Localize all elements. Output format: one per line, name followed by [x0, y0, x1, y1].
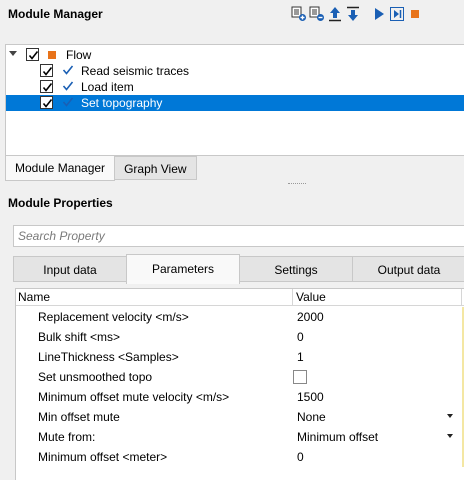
tab-output-data[interactable]: Output data — [352, 256, 464, 282]
check-icon — [62, 64, 74, 79]
module-manager-header: Module Manager — [0, 0, 464, 28]
properties-tabs: Input data Parameters Settings Output da… — [13, 254, 464, 284]
check-icon — [62, 80, 74, 95]
column-divider[interactable] — [461, 289, 462, 306]
tab-module-manager[interactable]: Module Manager — [5, 156, 116, 181]
item-checkbox[interactable] — [40, 96, 53, 109]
module-manager-title: Module Manager — [8, 7, 103, 21]
mute-from-select[interactable]: Minimum offset — [297, 430, 378, 444]
property-row[interactable]: Min offset mute None — [16, 407, 464, 427]
property-name: Minimum offset mute velocity <m/s> — [38, 390, 230, 404]
property-name: Min offset mute — [38, 410, 120, 424]
property-value[interactable]: 0 — [297, 330, 304, 344]
property-row[interactable]: Minimum offset <meter> 0 — [16, 447, 464, 467]
module-manager-tabs: Module Manager Graph View — [5, 156, 197, 181]
chevron-down-icon[interactable] — [9, 51, 17, 56]
property-row[interactable]: Minimum offset mute velocity <m/s> 1500 — [16, 387, 464, 407]
column-header-name[interactable]: Name — [18, 290, 50, 304]
tree-item-label: Read seismic traces — [81, 64, 190, 78]
tree-item-load-item[interactable]: Load item — [6, 79, 464, 95]
tree-item-label: Load item — [81, 80, 134, 94]
chevron-down-icon[interactable] — [447, 434, 453, 438]
property-name: Bulk shift <ms> — [38, 330, 121, 344]
item-checkbox[interactable] — [40, 64, 53, 77]
tree-item-read-seismic[interactable]: Read seismic traces — [6, 63, 464, 79]
tree-root-flow[interactable]: Flow — [6, 47, 464, 63]
move-up-icon[interactable] — [326, 5, 343, 23]
property-row[interactable]: LineThickness <Samples> 1 — [16, 347, 464, 367]
tab-parameters[interactable]: Parameters — [126, 254, 240, 284]
item-checkbox[interactable] — [40, 80, 53, 93]
property-value[interactable]: 1 — [297, 350, 304, 364]
min-offset-mute-select[interactable]: None — [297, 410, 326, 424]
property-name: Minimum offset <meter> — [38, 450, 168, 464]
column-header-value[interactable]: Value — [296, 290, 326, 304]
property-grid: Name Value Replacement velocity <m/s> 20… — [15, 288, 464, 480]
chevron-down-icon[interactable] — [447, 414, 453, 418]
unsmoothed-topo-checkbox[interactable] — [293, 370, 307, 384]
property-row[interactable]: Mute from: Minimum offset — [16, 427, 464, 447]
move-down-icon[interactable] — [344, 5, 361, 23]
property-value[interactable]: 2000 — [297, 310, 324, 324]
tree-item-label: Set topography — [81, 96, 163, 110]
flow-icon — [48, 51, 56, 59]
splitter-handle[interactable] — [288, 183, 306, 185]
add-module-icon[interactable] — [290, 5, 307, 23]
property-name: Mute from: — [38, 430, 96, 444]
check-icon — [62, 96, 74, 111]
module-toolbar — [290, 4, 424, 24]
search-field[interactable] — [13, 225, 464, 247]
search-input[interactable] — [14, 226, 464, 246]
tab-settings[interactable]: Settings — [239, 256, 353, 282]
flow-checkbox[interactable] — [26, 48, 39, 61]
remove-module-icon[interactable] — [308, 5, 325, 23]
tab-graph-view[interactable]: Graph View — [114, 156, 197, 180]
tab-input-data[interactable]: Input data — [13, 256, 127, 282]
grid-header: Name Value — [16, 289, 464, 306]
tree-label-flow: Flow — [66, 48, 92, 62]
run-step-icon[interactable] — [388, 5, 405, 23]
property-row[interactable]: Bulk shift <ms> 0 — [16, 327, 464, 347]
property-row[interactable]: Replacement velocity <m/s> 2000 — [16, 307, 464, 327]
property-name: Set unsmoothed topo — [38, 370, 153, 384]
module-tree: Flow Read seismic traces Load item Set t… — [5, 44, 464, 156]
property-value[interactable]: 1500 — [297, 390, 324, 404]
module-properties-title: Module Properties — [8, 196, 113, 210]
column-divider[interactable] — [292, 289, 293, 306]
tree-item-set-topography[interactable]: Set topography — [6, 95, 464, 111]
property-row[interactable]: Set unsmoothed topo — [16, 367, 464, 387]
stop-icon[interactable] — [406, 5, 423, 23]
run-icon[interactable] — [370, 5, 387, 23]
property-value[interactable]: 0 — [297, 450, 304, 464]
property-name: LineThickness <Samples> — [38, 350, 179, 364]
property-name: Replacement velocity <m/s> — [38, 310, 189, 324]
